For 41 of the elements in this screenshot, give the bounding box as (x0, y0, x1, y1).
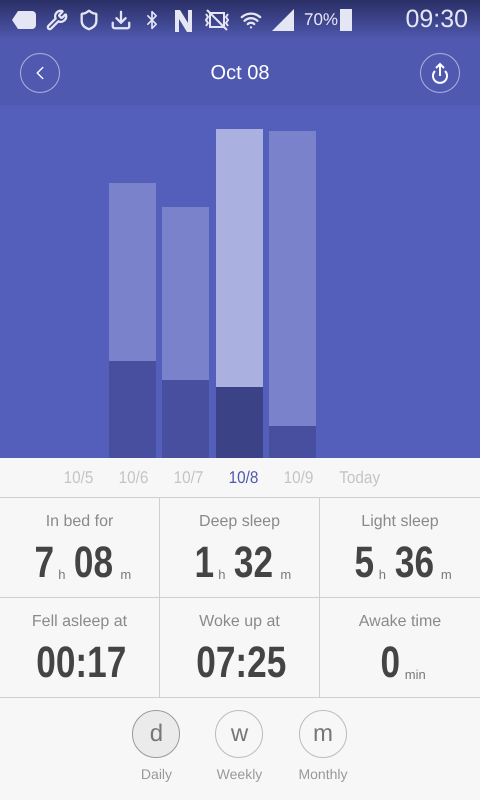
share-button[interactable] (420, 52, 460, 92)
back-button[interactable] (20, 52, 60, 92)
stat-number: 5 (354, 538, 374, 588)
stat-number: 36 (394, 538, 434, 588)
stat-unit: min (404, 666, 426, 684)
period-button[interactable]: m (299, 710, 347, 758)
stat-unit: h (218, 566, 226, 584)
nfc-icon (172, 8, 194, 32)
stat-number: 32 (234, 538, 274, 588)
stat-label: Light sleep (361, 512, 439, 532)
stat-unit: h (58, 566, 66, 584)
stat-number: 7 (34, 538, 54, 588)
stat-label: Deep sleep (199, 512, 280, 532)
signal-icon (272, 9, 294, 31)
stat-number: 07:25 (196, 638, 286, 688)
clock-time: 09:30 (405, 4, 468, 36)
stat-label: Woke up at (199, 612, 280, 632)
battery-icon (340, 9, 352, 31)
stat-unit: m (120, 566, 132, 584)
wrench-icon (46, 9, 68, 31)
date-tab[interactable]: 10/8 (228, 464, 259, 490)
period-button[interactable]: d (132, 710, 180, 758)
stat-unit: h (378, 566, 386, 584)
stat-unit: m (280, 566, 292, 584)
muted-vibrate-icon (204, 9, 230, 31)
stat-number: 00:17 (36, 638, 126, 688)
date-title: Oct 08 (210, 60, 270, 86)
period-button[interactable]: w (215, 710, 264, 758)
stat-label: Awake time (358, 612, 442, 632)
period-label: Weekly (216, 765, 262, 784)
stat-number: 08 (74, 538, 114, 588)
period-label: Monthly (298, 765, 348, 784)
stat-unit: m (440, 566, 452, 584)
period-label: Daily (140, 765, 172, 784)
stat-number: 1 (194, 538, 214, 588)
stat-number: 0 (380, 638, 400, 688)
stat-label: Fell asleep at (32, 612, 128, 632)
battery-percent: 70% (304, 9, 338, 32)
stat-label: In bed for (46, 512, 114, 532)
download-icon (110, 9, 132, 31)
shield-icon (78, 9, 100, 31)
